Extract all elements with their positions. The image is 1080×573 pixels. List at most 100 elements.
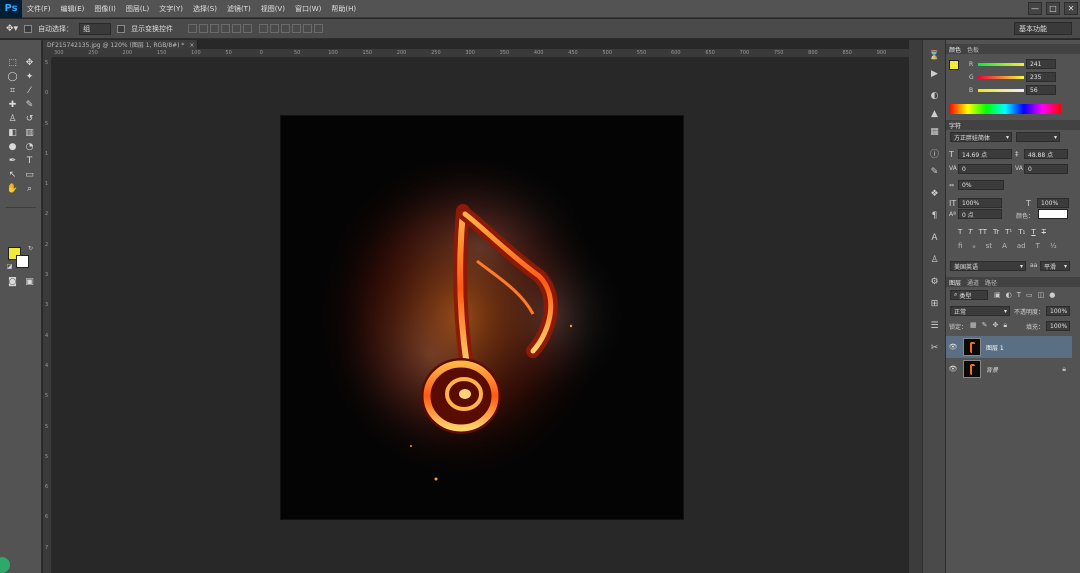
menu-type[interactable]: 文字(Y) — [154, 4, 188, 14]
brush-panel-icon[interactable]: ✎ — [929, 166, 940, 177]
gradient-tool-icon[interactable]: ▥ — [23, 127, 36, 138]
stylistic-icon[interactable]: st — [986, 242, 992, 250]
menu-help[interactable]: 帮助(H) — [326, 4, 361, 14]
color-panel-fg-swatch[interactable] — [949, 60, 959, 70]
maximize-button[interactable]: □ — [1046, 2, 1060, 15]
leading-field[interactable]: 48.88 点 — [1024, 149, 1068, 159]
properties-panel-icon[interactable]: ☰ — [929, 320, 940, 331]
menu-select[interactable]: 选择(S) — [188, 4, 222, 14]
minimize-button[interactable]: — — [1028, 2, 1042, 15]
move-tool-icon[interactable]: ✥ — [23, 57, 36, 68]
layer-filter-dropdown[interactable]: ⌕ 类型 — [950, 290, 988, 300]
brush-presets-icon[interactable]: ❖ — [929, 188, 940, 199]
kerning-field[interactable]: 0 — [958, 164, 1012, 174]
filter-toggle-icon[interactable]: ● — [1049, 291, 1055, 299]
lock-pixels-icon[interactable]: ✎ — [982, 321, 988, 330]
layer-row-layer1[interactable]: 👁︎ 图层 1 — [946, 336, 1072, 358]
show-transform-checkbox[interactable] — [117, 24, 126, 33]
type-tool-icon[interactable]: T — [23, 155, 36, 166]
filter-pixel-icon[interactable]: ▣ — [994, 291, 1001, 299]
shape-tool-icon[interactable]: ▭ — [23, 169, 36, 180]
g-slider[interactable] — [978, 76, 1024, 79]
history-brush-tool-icon[interactable]: ↺ — [23, 113, 36, 124]
strikethrough-icon[interactable]: T — [1042, 228, 1046, 236]
vertical-ruler[interactable]: 5 0 5 1 1 2 2 3 3 4 4 5 5 5 6 6 7 — [43, 58, 52, 573]
close-tab-icon[interactable]: × — [189, 42, 194, 49]
tab-color[interactable]: 颜色 — [949, 45, 961, 54]
superscript-icon[interactable]: T¹ — [1005, 228, 1012, 236]
text-color-swatch[interactable] — [1038, 209, 1068, 219]
horizontal-ruler[interactable]: 300 250 200 150 100 50 0 50 100 150 200 250 300 350 40… — [52, 49, 909, 58]
align-left-icon[interactable] — [221, 24, 231, 33]
alternates-icon[interactable]: A — [1002, 242, 1007, 250]
baseline-field[interactable]: 0 点 — [958, 209, 1002, 219]
underline-icon[interactable]: T — [1031, 228, 1035, 236]
magic-wand-tool-icon[interactable]: ✦ — [23, 71, 36, 82]
ruler-origin[interactable] — [43, 49, 52, 58]
brush-tool-icon[interactable]: ✎ — [23, 99, 36, 110]
color-spectrum-bar[interactable] — [949, 104, 1061, 114]
tool-presets-icon[interactable]: ⚙ — [929, 276, 940, 287]
subscript-icon[interactable]: T₁ — [1018, 228, 1025, 236]
tab-channels[interactable]: 通道 — [967, 278, 979, 287]
dodge-tool-icon[interactable]: ◔ — [23, 141, 36, 152]
opacity-field[interactable]: 100% — [1046, 306, 1070, 316]
r-slider[interactable] — [978, 63, 1024, 66]
b-value-field[interactable]: 56 — [1026, 85, 1056, 95]
info-panel-icon[interactable]: ⓘ — [929, 148, 940, 160]
auto-select-dropdown[interactable]: 组 — [79, 22, 112, 35]
tab-layers[interactable]: 图层 — [949, 278, 961, 287]
workspace-dropdown[interactable]: 基本功能 — [1014, 22, 1072, 35]
b-slider[interactable] — [978, 89, 1024, 92]
swap-colors-icon[interactable]: ↻ — [24, 243, 37, 254]
quick-mask-icon[interactable]: ◙ — [6, 276, 19, 287]
filter-smart-icon[interactable]: ◫ — [1038, 291, 1045, 299]
horizontal-scale-field[interactable]: 100% — [1037, 198, 1069, 208]
document-tab[interactable]: DF215742135.jpg @ 120% (图层 1, RGB/8#) * … — [43, 40, 198, 49]
taskbar-app-icon[interactable] — [0, 557, 10, 573]
measurement-panel-icon[interactable]: ✂ — [929, 342, 940, 353]
distribute-bottom-icon[interactable] — [281, 24, 291, 33]
lasso-tool-icon[interactable]: ◯ — [6, 71, 19, 82]
pen-tool-icon[interactable]: ✒ — [6, 155, 19, 166]
titling-icon[interactable]: ad — [1017, 242, 1026, 250]
faux-bold-icon[interactable]: T — [958, 228, 962, 236]
swatches-panel-icon[interactable]: ▦ — [929, 126, 940, 137]
fraction-icon[interactable]: ½ — [1050, 242, 1057, 250]
lock-position-icon[interactable]: ✥ — [993, 321, 999, 330]
align-right-icon[interactable] — [243, 24, 253, 33]
lock-all-icon[interactable]: 🔒︎ — [1003, 321, 1007, 330]
healing-brush-tool-icon[interactable]: ✚ — [6, 99, 19, 110]
document-canvas[interactable] — [280, 115, 684, 520]
styles-panel-icon[interactable]: ▲ — [929, 108, 940, 119]
ligature-icon[interactable]: fi — [958, 242, 962, 250]
anti-alias-dropdown[interactable]: 平滑 ▾ — [1040, 261, 1070, 271]
tracking-field[interactable]: 0 — [1024, 164, 1068, 174]
filter-shape-icon[interactable]: ▭ — [1026, 291, 1033, 299]
paragraph-panel-icon[interactable]: ¶ — [929, 210, 940, 221]
tsume-field[interactable]: 0% — [958, 180, 1004, 190]
tab-character[interactable]: 字符 — [949, 121, 961, 130]
align-vcenter-icon[interactable] — [199, 24, 209, 33]
distribute-right-icon[interactable] — [314, 24, 324, 33]
canvas-scrollbar-track[interactable] — [909, 40, 922, 573]
move-tool-preset-icon[interactable]: ✥▾ — [6, 24, 18, 34]
screen-mode-icon[interactable]: ▣ — [23, 276, 36, 287]
marquee-tool-icon[interactable]: ⬚ — [6, 57, 19, 68]
distribute-vcenter-icon[interactable] — [270, 24, 280, 33]
align-top-icon[interactable] — [188, 24, 198, 33]
clone-stamp-tool-icon[interactable]: ♙ — [6, 113, 19, 124]
layer-row-background[interactable]: 👁︎ 背景 🔒︎ — [946, 358, 1072, 380]
menu-image[interactable]: 图像(I) — [89, 4, 121, 14]
font-family-dropdown[interactable]: 方正胖娃简体 ▾ — [950, 132, 1012, 142]
filter-type-icon[interactable]: T — [1017, 291, 1021, 299]
tab-swatches[interactable]: 色板 — [967, 45, 979, 54]
distribute-hcenter-icon[interactable] — [303, 24, 313, 33]
ordinal-icon[interactable]: T — [1036, 242, 1040, 250]
lock-transparent-icon[interactable]: ▦ — [970, 321, 977, 330]
navigator-panel-icon[interactable]: ⊞ — [929, 298, 940, 309]
g-value-field[interactable]: 235 — [1026, 72, 1056, 82]
language-dropdown[interactable]: 美国英语 ▾ — [950, 261, 1026, 271]
visibility-eye-icon[interactable]: 👁︎ — [948, 365, 958, 373]
vertical-scale-field[interactable]: 100% — [958, 198, 1002, 208]
